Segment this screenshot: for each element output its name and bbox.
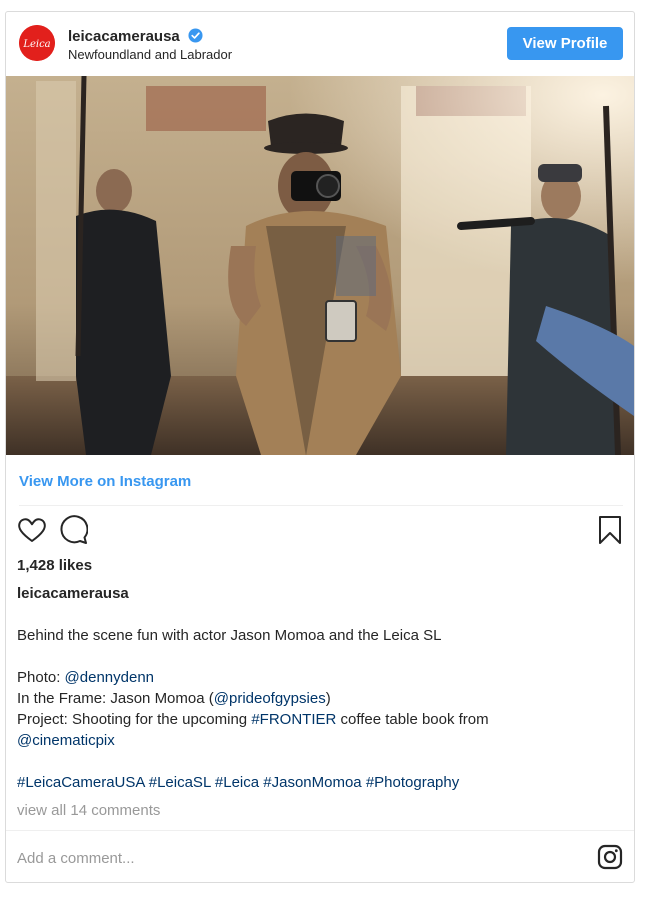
- leica-logo-text: Leica: [22, 39, 50, 50]
- post-photo[interactable]: [6, 76, 634, 455]
- footer-divider: [6, 830, 634, 831]
- caption-frame-label: In the Frame: Jason Momoa (: [17, 690, 214, 707]
- heart-icon[interactable]: [17, 515, 47, 545]
- frontier-hashtag-link[interactable]: #FRONTIER: [251, 711, 336, 728]
- add-comment-field[interactable]: Add a comment...: [17, 850, 135, 867]
- caption-owner-username[interactable]: leicacamerausa: [17, 585, 129, 602]
- view-profile-button[interactable]: View Profile: [507, 27, 623, 60]
- photo-credit-link[interactable]: @dennydenn: [65, 669, 154, 686]
- frame-credit-link[interactable]: @prideofgypsies: [214, 690, 326, 707]
- caption-project-rest: coffee table book from: [336, 711, 489, 728]
- instagram-icon[interactable]: [597, 844, 623, 870]
- caption-project: Project: Shooting for the upcoming #FRON…: [17, 711, 489, 728]
- caption-line-1: Behind the scene fun with actor Jason Mo…: [17, 627, 442, 644]
- section-divider: [19, 505, 623, 506]
- caption-photo-label: Photo:: [17, 669, 65, 686]
- caption-project-label: Project: Shooting for the upcoming: [17, 711, 252, 728]
- profile-avatar[interactable]: Leica: [19, 25, 55, 61]
- profile-username[interactable]: leicacamerausa: [68, 28, 180, 45]
- caption-project-handle: @cinematicpix: [17, 732, 115, 749]
- cinematicpix-link[interactable]: @cinematicpix: [17, 732, 115, 749]
- post-location[interactable]: Newfoundland and Labrador: [68, 47, 232, 62]
- likes-count[interactable]: 1,428 likes: [17, 557, 92, 574]
- post-photo-image: [6, 76, 634, 455]
- view-more-on-instagram-link[interactable]: View More on Instagram: [19, 473, 191, 490]
- bookmark-icon[interactable]: [597, 515, 623, 545]
- view-all-comments-link[interactable]: view all 14 comments: [17, 802, 160, 819]
- caption-frame-close: ): [325, 690, 331, 707]
- comment-icon[interactable]: [58, 515, 88, 545]
- verified-badge-icon: [188, 28, 203, 43]
- instagram-embed-card: Leica leicacamerausa Newfoundland and La…: [5, 11, 635, 883]
- post-header: Leica leicacamerausa Newfoundland and La…: [6, 12, 634, 76]
- caption-photo-credit: Photo: @dennydenn: [17, 669, 154, 686]
- caption-hashtags[interactable]: #LeicaCameraUSA #LeicaSL #Leica #JasonMo…: [17, 774, 459, 791]
- leica-logo: Leica: [19, 25, 55, 61]
- caption-frame-credit: In the Frame: Jason Momoa (@prideofgypsi…: [17, 690, 331, 707]
